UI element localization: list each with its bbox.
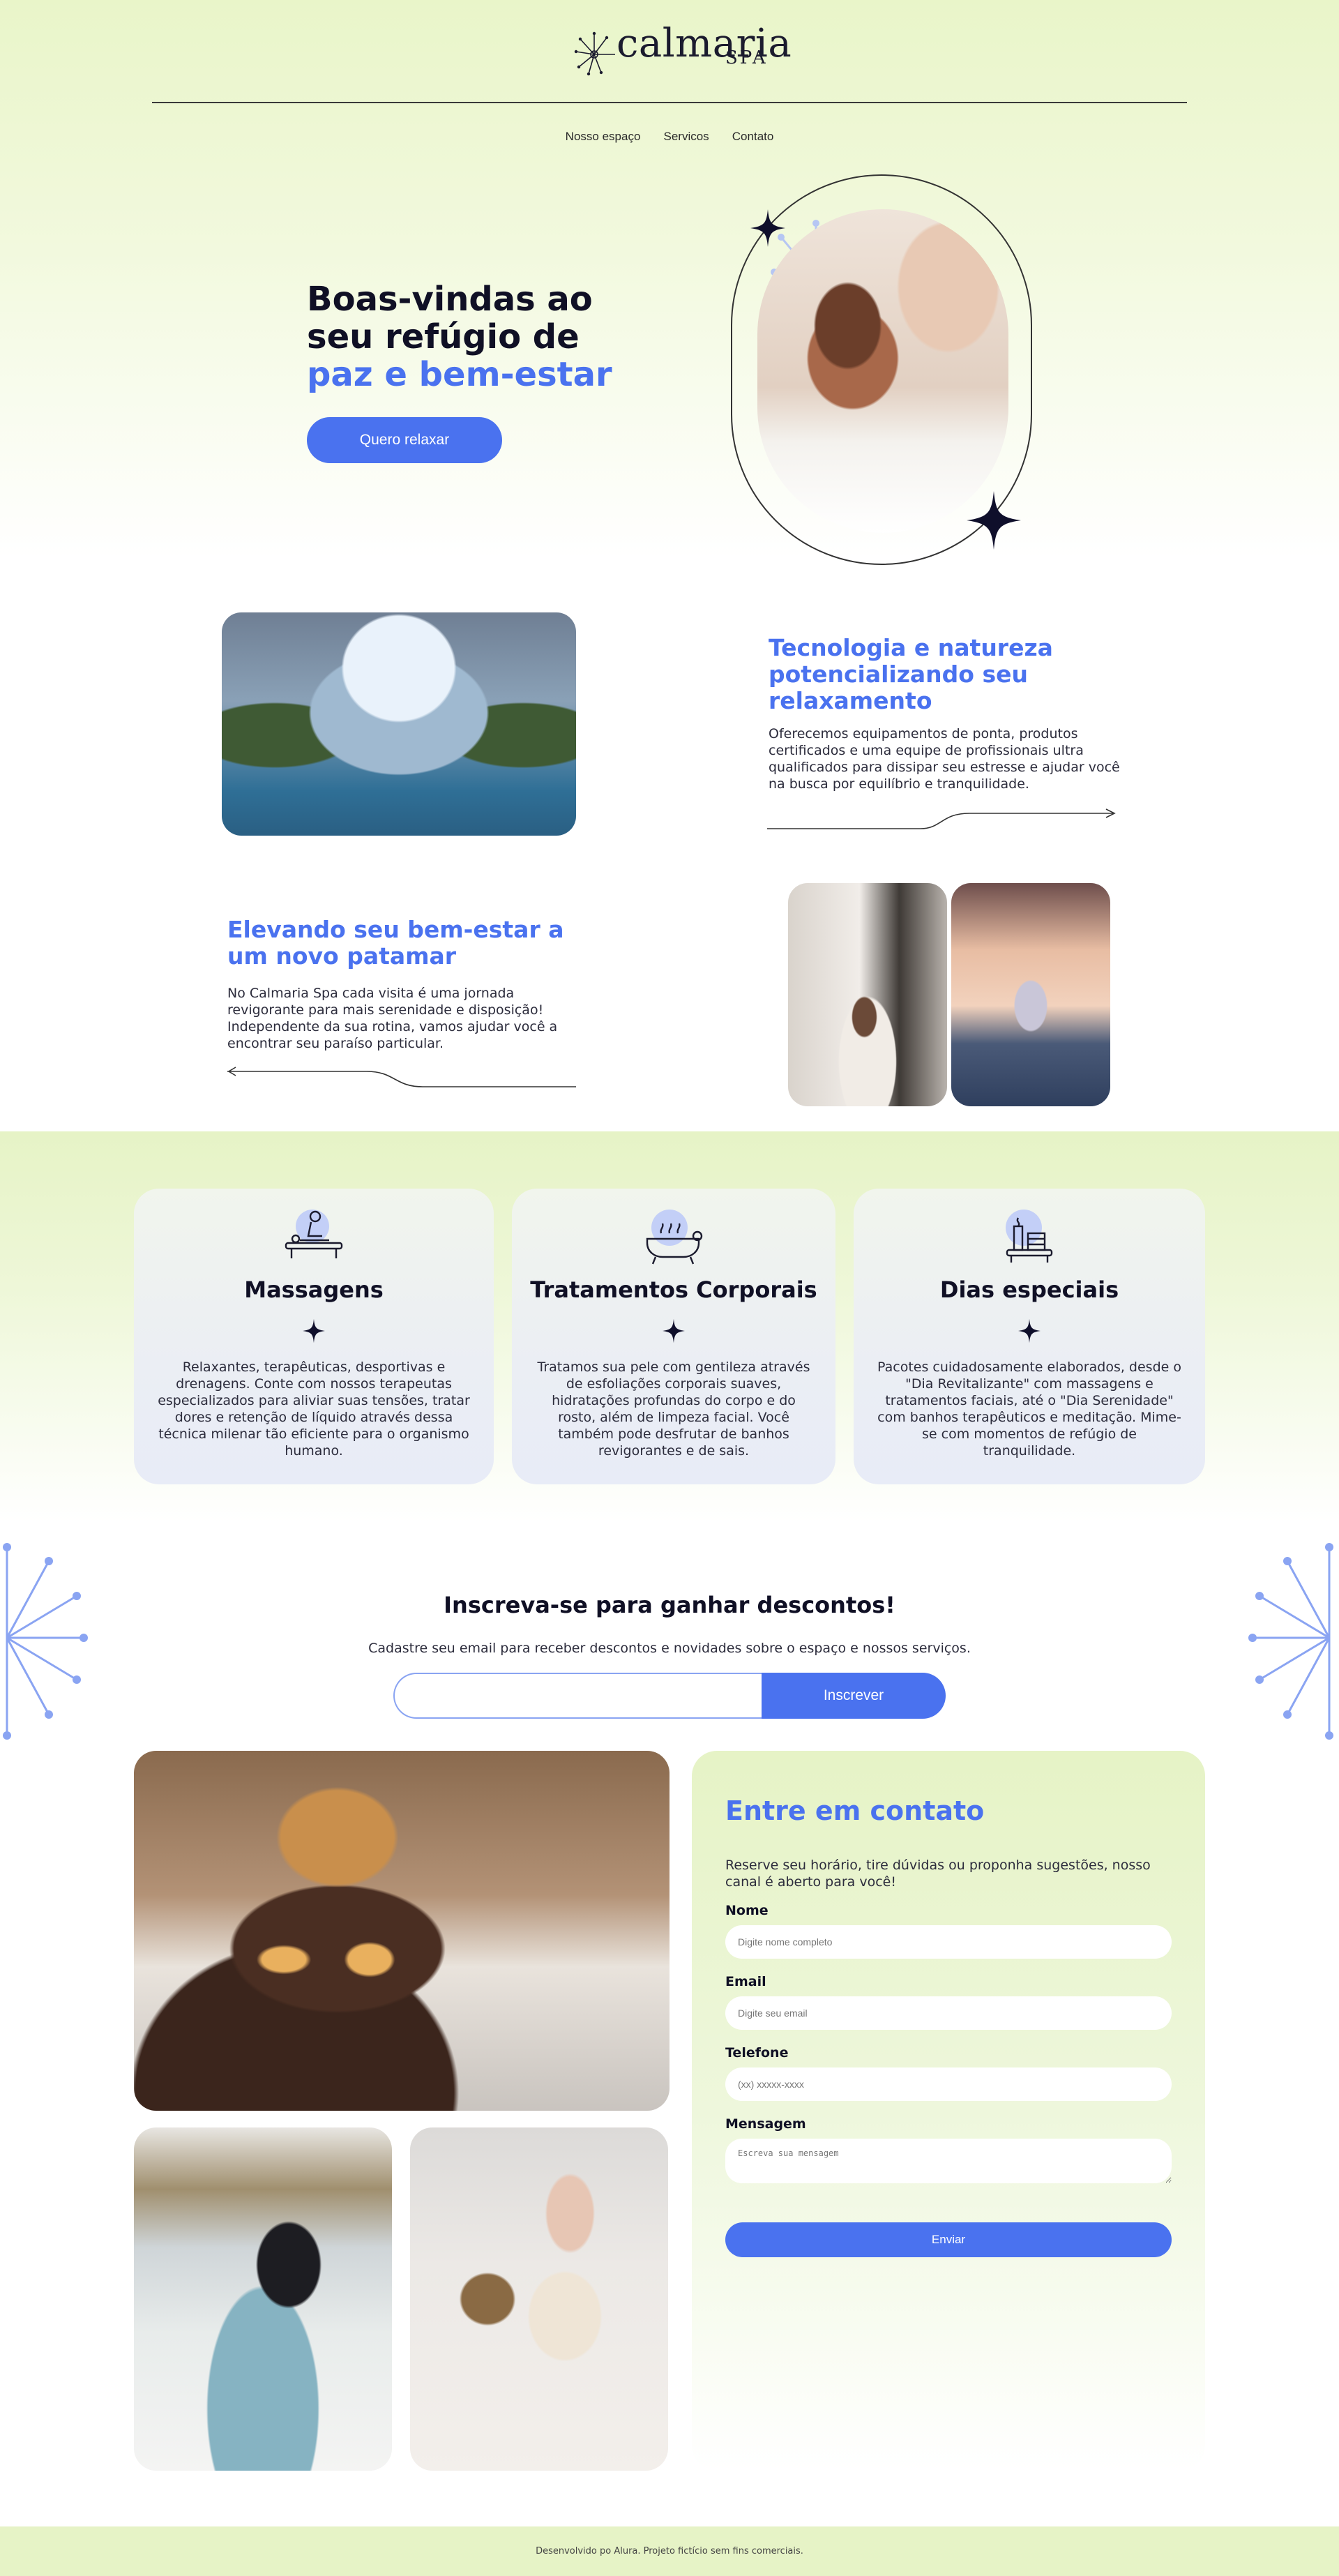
hero-title: Boas-vindas ao seu refúgio de paz e bem-…: [307, 280, 670, 393]
service-title: Dias especiais: [939, 1276, 1119, 1303]
page: calmaria SPA Nosso espaço Servicos Conta…: [0, 0, 1339, 2576]
service-title: Tratamentos Corporais: [530, 1276, 817, 1303]
nav-item-servicos[interactable]: Servicos: [664, 130, 709, 144]
feature-title-tecnologia: Tecnologia e natureza potencializando se…: [769, 634, 1053, 714]
contact-description: Reserve seu horário, tire dúvidas ou pro…: [725, 1858, 1151, 1890]
nav-item-nosso-espaco[interactable]: Nosso espaço: [566, 130, 641, 144]
bath-window-photo: [788, 883, 947, 1106]
message-field[interactable]: [725, 2139, 1172, 2183]
footer-text: Desenvolvido po Alura. Projeto fictício …: [536, 2546, 803, 2556]
sparkle-icon: [967, 491, 1021, 550]
header-divider: [152, 102, 1187, 103]
sparkle-icon: [1018, 1318, 1041, 1343]
hero-title-line2: seu refúgio de: [307, 317, 580, 356]
bathtub-icon: [646, 1210, 703, 1265]
lake-bath-photo: [134, 2127, 392, 2471]
subscribe-button[interactable]: Inscrever: [762, 1673, 946, 1719]
sparkle-icon: [663, 1318, 685, 1343]
reading-bath-photo: [410, 2127, 668, 2471]
send-button[interactable]: Enviar: [725, 2222, 1172, 2257]
service-description: Tratamos sua pele com gentileza através …: [537, 1359, 810, 1459]
newsletter-title: Inscreva-se para ganhar descontos!: [444, 1592, 895, 1618]
spa-atrium-photo: [222, 612, 576, 836]
massage-icon: [285, 1210, 343, 1258]
decorative-line: [767, 808, 1116, 829]
feature-text-tecnologia: Oferecemos equipamentos de ponta, produt…: [769, 726, 1120, 792]
message-label: Mensagem: [725, 2116, 806, 2132]
brand-logo[interactable]: calmaria SPA: [573, 21, 792, 85]
candles-icon: [1006, 1210, 1053, 1263]
decorative-line: [227, 1067, 576, 1087]
newsletter-email-input[interactable]: [393, 1673, 784, 1719]
phone-label: Telefone: [725, 2045, 789, 2061]
service-title: Massagens: [244, 1276, 384, 1303]
hero-title-accent: paz e bem-estar: [307, 355, 612, 394]
feature-title-bem-estar: Elevando seu bem-estar a um novo patamar: [227, 916, 564, 970]
contact-title: Entre em contato: [725, 1795, 985, 1826]
dandelion-logo-icon: [574, 31, 615, 76]
email-field[interactable]: [725, 1996, 1172, 2030]
brand-tagline: SPA: [725, 47, 768, 68]
service-description: Pacotes cuidadosamente elaborados, desde…: [877, 1359, 1181, 1459]
nav-item-contato[interactable]: Contato: [732, 130, 774, 144]
phone-field[interactable]: [725, 2067, 1172, 2101]
service-card-dias-especiais: Dias especiais Pacotes cuidadosamente el…: [854, 1189, 1205, 1484]
sparkle-icon: [303, 1318, 325, 1343]
footer: Desenvolvido po Alura. Projeto fictício …: [0, 2526, 1339, 2576]
email-label: Email: [725, 1974, 766, 1989]
main-nav: Nosso espaço Servicos Contato: [0, 130, 1339, 144]
name-label: Nome: [725, 1903, 769, 1918]
face-mask-bath-photo: [134, 1751, 670, 2111]
hero-massage-photo: [757, 209, 1008, 533]
service-card-massagens: Massagens Relaxantes, terapêuticas, desp…: [134, 1189, 494, 1484]
hero-title-line1: Boas-vindas ao: [307, 280, 593, 319]
feature-text-bem-estar: No Calmaria Spa cada visita é uma jornad…: [227, 986, 558, 1051]
newsletter-subtitle: Cadastre seu email para receber desconto…: [368, 1641, 971, 1656]
service-description: Relaxantes, terapêuticas, desportivas e …: [158, 1359, 470, 1459]
name-field[interactable]: [725, 1925, 1172, 1959]
service-card-tratamentos: Tratamentos Corporais Tratamos sua pele …: [512, 1189, 835, 1484]
sparkle-icon: [750, 209, 785, 247]
contact-form: Entre em contato Reserve seu horário, ti…: [692, 1751, 1205, 2471]
relax-button[interactable]: Quero relaxar: [307, 417, 502, 463]
indoor-pool-photo: [951, 883, 1110, 1106]
